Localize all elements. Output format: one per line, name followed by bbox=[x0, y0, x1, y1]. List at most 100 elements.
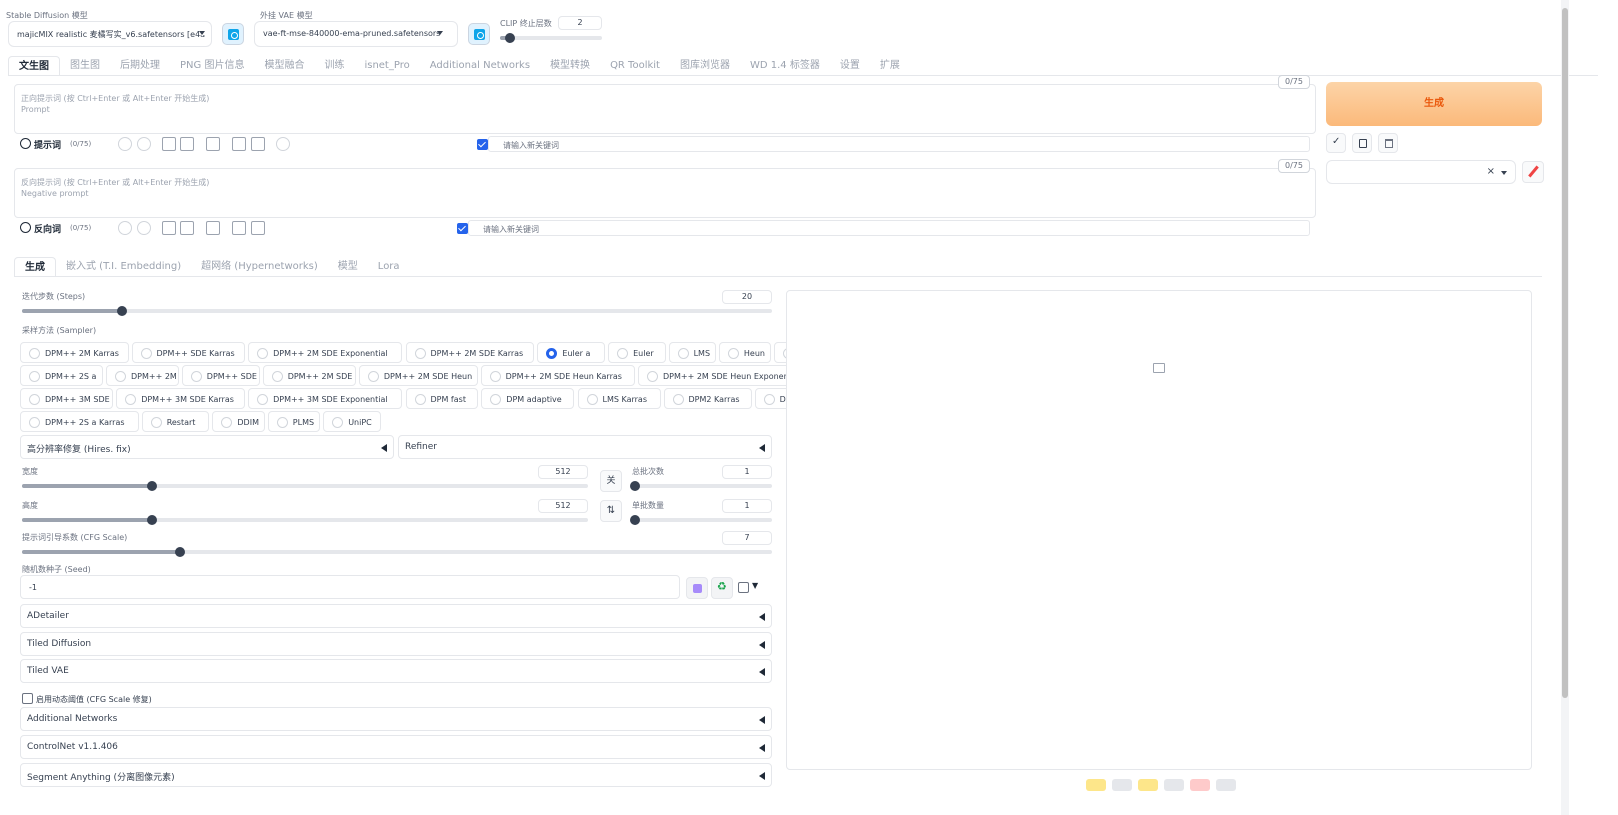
scrollbar-track[interactable] bbox=[1561, 0, 1569, 815]
sampler-option[interactable]: DDIM bbox=[212, 411, 265, 432]
tab-extras[interactable]: 后期处理 bbox=[110, 56, 170, 76]
slider-handle[interactable] bbox=[147, 515, 158, 525]
keyword-checkbox[interactable] bbox=[457, 223, 468, 234]
seed-input[interactable]: -1 bbox=[20, 575, 680, 599]
copy-icon[interactable] bbox=[162, 221, 176, 235]
copy-icon[interactable] bbox=[162, 137, 176, 151]
controlnet-accordion[interactable]: ControlNet v1.1.406 bbox=[20, 735, 772, 759]
tab-img2img[interactable]: 图生图 bbox=[60, 56, 110, 76]
slider-handle[interactable] bbox=[505, 33, 516, 43]
batch-count-input[interactable]: 1 bbox=[722, 465, 772, 479]
batch-size-slider[interactable] bbox=[630, 515, 772, 525]
steps-slider[interactable] bbox=[22, 306, 772, 316]
clip-slider[interactable] bbox=[500, 33, 602, 43]
tab-lora[interactable]: Lora bbox=[368, 257, 410, 277]
collapse-icon[interactable] bbox=[20, 222, 31, 233]
batch-size-input[interactable]: 1 bbox=[722, 499, 772, 513]
sampler-option[interactable]: LMS bbox=[668, 342, 716, 363]
gear-icon[interactable] bbox=[137, 137, 151, 151]
sampler-option[interactable]: Restart bbox=[141, 411, 210, 432]
slider-handle[interactable] bbox=[630, 481, 641, 491]
sampler-option[interactable]: DPM++ 2M SDE Heun Karras bbox=[480, 365, 635, 386]
send-to-img2img-icon[interactable] bbox=[1164, 779, 1184, 791]
sampler-option[interactable]: DPM++ 2M SDE bbox=[262, 365, 356, 386]
generate-button[interactable]: 生成 bbox=[1326, 82, 1542, 126]
sampler-option[interactable]: DPM++ 2S a bbox=[20, 365, 103, 386]
height-input[interactable]: 512 bbox=[538, 499, 588, 513]
tab-png-info[interactable]: PNG 图片信息 bbox=[170, 56, 254, 76]
scrollbar-thumb[interactable] bbox=[1562, 8, 1568, 698]
additional-networks-accordion[interactable]: Additional Networks bbox=[20, 707, 772, 731]
dynamic-thresholding-checkbox[interactable] bbox=[22, 693, 33, 704]
trash-style-button[interactable] bbox=[1378, 133, 1398, 153]
segment-anything-accordion[interactable]: Segment Anything (分离图像元素) bbox=[20, 763, 772, 787]
history-icon[interactable] bbox=[232, 221, 246, 235]
swap-dimensions-button[interactable]: ⇅ bbox=[600, 500, 622, 522]
batch-count-slider[interactable] bbox=[630, 481, 772, 491]
history-icon[interactable] bbox=[232, 137, 246, 151]
prompt-keyword-input[interactable]: 请输入新关键词 bbox=[488, 136, 1310, 152]
sampler-option[interactable]: DPM++ 3M SDE Exponential bbox=[248, 388, 403, 409]
width-input[interactable]: 512 bbox=[538, 465, 588, 479]
hires-fix-accordion[interactable]: 高分辨率修复 (Hires. fix) bbox=[20, 435, 394, 459]
prompt-textarea[interactable]: 正向提示词 (按 Ctrl+Enter 或 Alt+Enter 开始生成) Pr… bbox=[14, 84, 1316, 134]
sampler-option[interactable]: DPM++ 3M SDE bbox=[20, 388, 114, 409]
star-icon[interactable] bbox=[276, 137, 290, 151]
folder-icon[interactable] bbox=[1086, 779, 1106, 791]
style-select[interactable]: × bbox=[1326, 160, 1516, 184]
clip-input[interactable]: 2 bbox=[558, 16, 602, 30]
negative-prompt-textarea[interactable]: 反向提示词 (按 Ctrl+Enter 或 Alt+Enter 开始生成) Ne… bbox=[14, 168, 1316, 218]
cfg-input[interactable]: 7 bbox=[722, 531, 772, 545]
slider-handle[interactable] bbox=[630, 515, 641, 525]
tiled-diffusion-accordion[interactable]: Tiled Diffusion bbox=[20, 632, 772, 656]
slider-handle[interactable] bbox=[147, 481, 158, 491]
keyword-checkbox[interactable] bbox=[477, 139, 488, 150]
width-slider[interactable] bbox=[22, 481, 588, 491]
tab-checkpoint-merger[interactable]: 模型融合 bbox=[254, 56, 314, 76]
gear-icon[interactable] bbox=[137, 221, 151, 235]
vae-model-select[interactable]: vae-ft-mse-840000-ema-pruned.safetensors bbox=[254, 21, 458, 47]
negative-keyword-input[interactable]: 请输入新关键词 bbox=[468, 220, 1310, 236]
edit-style-button[interactable] bbox=[1522, 161, 1544, 183]
sampler-option[interactable]: Euler bbox=[608, 342, 666, 363]
sampler-option[interactable]: UniPC bbox=[323, 411, 381, 432]
tab-generate[interactable]: 生成 bbox=[14, 257, 56, 277]
sampler-option[interactable]: Heun bbox=[718, 342, 772, 363]
refresh-vae-button[interactable] bbox=[468, 23, 490, 45]
sampler-option[interactable]: DPM++ 3M SDE Karras bbox=[116, 388, 246, 409]
tab-image-browser[interactable]: 图库浏览器 bbox=[670, 56, 740, 76]
steps-input[interactable]: 20 bbox=[722, 290, 772, 304]
clear-icon[interactable]: × bbox=[1487, 166, 1495, 177]
sampler-option[interactable]: DPM adaptive bbox=[481, 388, 575, 409]
layout-icon[interactable] bbox=[206, 221, 220, 235]
sampler-option[interactable]: PLMS bbox=[267, 411, 321, 432]
slider-handle[interactable] bbox=[174, 547, 185, 557]
tab-model-converter[interactable]: 模型转换 bbox=[540, 56, 600, 76]
paste-icon[interactable] bbox=[180, 137, 194, 151]
sampler-option[interactable]: DPM++ 2M Karras bbox=[20, 342, 129, 363]
sampler-option[interactable]: DPM++ SDE bbox=[181, 365, 260, 386]
sampler-option[interactable]: DPM++ 2M bbox=[106, 365, 179, 386]
tab-txt2img[interactable]: 文生图 bbox=[8, 56, 60, 76]
extra-seed-checkbox[interactable] bbox=[738, 582, 749, 593]
send-to-inpaint-icon[interactable] bbox=[1190, 779, 1210, 791]
translate-icon[interactable] bbox=[118, 221, 132, 235]
sampler-option[interactable]: DPM++ 2S a Karras bbox=[20, 411, 139, 432]
tab-qr-toolkit[interactable]: QR Toolkit bbox=[600, 56, 670, 76]
sampler-option[interactable]: Euler a bbox=[537, 342, 606, 363]
tab-extensions[interactable]: 扩展 bbox=[870, 56, 910, 76]
sampler-option[interactable]: DPM++ 2M SDE Exponential bbox=[248, 342, 403, 363]
refresh-sd-model-button[interactable] bbox=[222, 23, 244, 45]
apply-style-button[interactable]: ✓ bbox=[1326, 133, 1346, 153]
slider-handle[interactable] bbox=[116, 306, 127, 316]
tiled-vae-accordion[interactable]: Tiled VAE bbox=[20, 659, 772, 683]
zip-icon[interactable] bbox=[1138, 779, 1158, 791]
translate-icon[interactable] bbox=[118, 137, 132, 151]
toggle-button[interactable]: 关 bbox=[600, 470, 622, 492]
sampler-option[interactable]: DPM++ 2M SDE Heun bbox=[358, 365, 478, 386]
sampler-option[interactable]: DPM++ SDE Karras bbox=[131, 342, 246, 363]
tab-train[interactable]: 训练 bbox=[314, 56, 354, 76]
reuse-seed-button[interactable]: ♻ bbox=[711, 577, 733, 599]
collapse-icon[interactable] bbox=[20, 138, 31, 149]
cfg-slider[interactable] bbox=[22, 547, 772, 557]
